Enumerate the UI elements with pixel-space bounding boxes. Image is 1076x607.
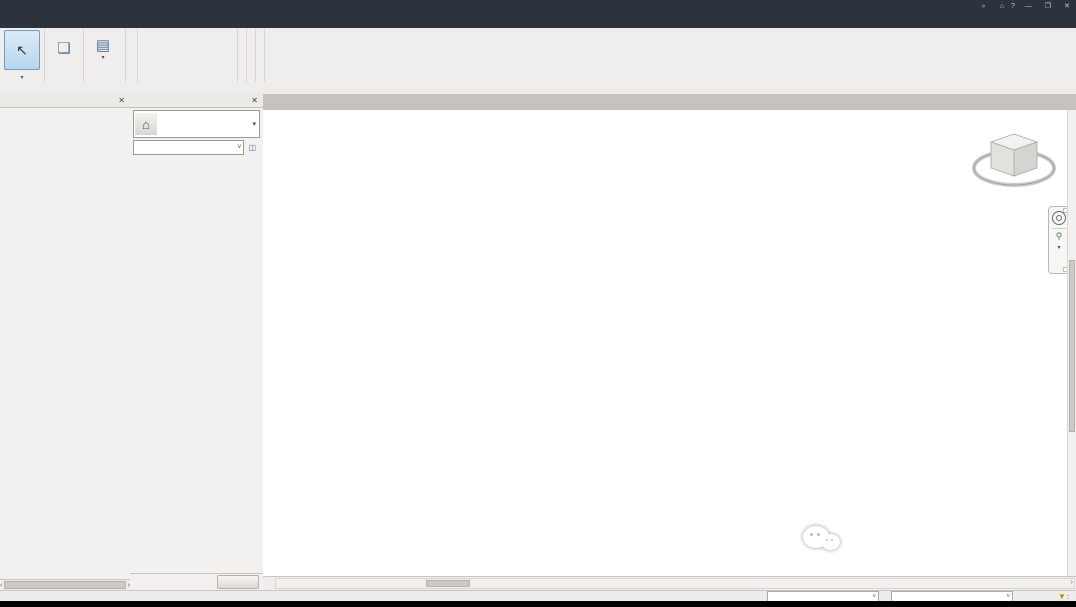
modify-panel-label <box>138 70 237 82</box>
filter-icon: ▼ <box>1058 592 1066 601</box>
full-navigation-wheel-icon[interactable] <box>1052 211 1066 225</box>
view-cube[interactable] <box>968 118 1060 202</box>
apply-button[interactable] <box>217 575 259 589</box>
properties-icon: ❏ <box>57 41 70 57</box>
project-browser-panel: ✕ ‹ › <box>0 94 131 590</box>
search-icon[interactable]: ⌕ <box>982 3 986 10</box>
title-bar: ⌕ ⌂ ? — ❐ ✕ <box>0 0 1076 12</box>
edit-type-icon: ◫ <box>248 143 256 152</box>
close-icon[interactable]: ✕ <box>249 96 260 105</box>
measure-panel-label <box>247 70 255 82</box>
modify-button[interactable]: ↖ <box>4 30 40 70</box>
properties-panel: ✕ ⌂ ▾ ˅ ◫ <box>130 94 264 590</box>
status-bar-right-icons: ▼: <box>1013 592 1076 601</box>
chevron-down-icon: ▾ <box>252 120 259 128</box>
select-panel-label[interactable]: ▾ <box>0 72 44 82</box>
3d-model-canvas[interactable] <box>263 110 1076 576</box>
vertical-scrollbar[interactable] <box>1067 110 1076 576</box>
chevron-down-icon: ˅ <box>237 144 241 151</box>
scrollbar-thumb[interactable] <box>426 580 470 587</box>
drawing-area[interactable]: ⚲ ▾ <box>263 110 1076 576</box>
restore-icon[interactable]: ❐ <box>1042 2 1054 10</box>
create-panel-label <box>256 70 264 82</box>
modify-panel <box>138 28 238 82</box>
scroll-right-icon[interactable]: › <box>1071 579 1073 586</box>
properties-ribbon-panel: ❏ <box>45 28 84 82</box>
workspace: ✕ ‹ › ✕ ⌂ ▾ <box>0 94 1076 590</box>
close-icon[interactable]: ✕ <box>1061 2 1073 10</box>
clipboard-panel-label <box>84 70 125 82</box>
help-icon[interactable]: ? <box>1011 3 1015 10</box>
project-browser-hscrollbar[interactable]: ‹ › <box>0 579 130 590</box>
measure-panel <box>247 28 256 82</box>
instance-selector[interactable]: ˅ <box>133 140 244 155</box>
create-panel <box>256 28 265 82</box>
geometry-panel-label <box>126 70 137 82</box>
view-tab-bar <box>263 94 1076 110</box>
app-store-icon[interactable]: ⌂ <box>1000 3 1004 10</box>
type-selector[interactable]: ⌂ ▾ <box>133 110 260 138</box>
view-bottom-bar: › <box>263 576 1076 590</box>
revit-window: ⌕ ⌂ ? — ❐ ✕ ↖ ▾ ❏ <box>0 0 1076 607</box>
view-panel <box>238 28 247 82</box>
geometry-panel <box>126 28 138 82</box>
close-icon[interactable]: ✕ <box>116 96 127 105</box>
paste-button[interactable]: ▤ ▾ <box>88 30 118 68</box>
horizontal-scrollbar[interactable]: › <box>275 578 1075 589</box>
clipboard-panel: ▤ ▾ <box>84 28 126 82</box>
3d-view-type-icon: ⌂ <box>135 113 157 135</box>
project-browser-tree <box>0 107 130 580</box>
edit-type-button[interactable]: ◫ <box>246 142 260 153</box>
zoom-icon[interactable]: ⚲ <box>1056 232 1063 241</box>
properties-panel-label <box>45 70 83 82</box>
ribbon-tab-bar <box>0 12 1076 28</box>
properties-body: ⌂ ▾ ˅ ◫ <box>130 107 263 574</box>
title-bar-right: ⌕ ⌂ ? — ❐ ✕ <box>982 0 1073 12</box>
properties-button[interactable]: ❏ <box>49 30 79 68</box>
scrollbar-thumb[interactable] <box>4 581 125 589</box>
paste-icon: ▤ <box>96 38 110 54</box>
scrollbar-thumb[interactable] <box>1069 260 1075 432</box>
navbar-expand-icon[interactable]: ▾ <box>1057 244 1060 251</box>
scroll-left-icon[interactable]: ‹ <box>0 582 2 589</box>
select-panel: ↖ ▾ <box>0 28 45 82</box>
ribbon: ↖ ▾ ❏ ▤ ▾ <box>0 28 1076 83</box>
view-panel-label <box>238 70 246 82</box>
cursor-icon: ↖ <box>16 43 28 58</box>
selection-filter[interactable]: ▼: <box>1058 592 1070 601</box>
bottom-black-strip <box>0 601 1076 607</box>
minimize-icon[interactable]: — <box>1022 3 1035 10</box>
viewport-column: ⚲ ▾ <box>263 94 1076 590</box>
